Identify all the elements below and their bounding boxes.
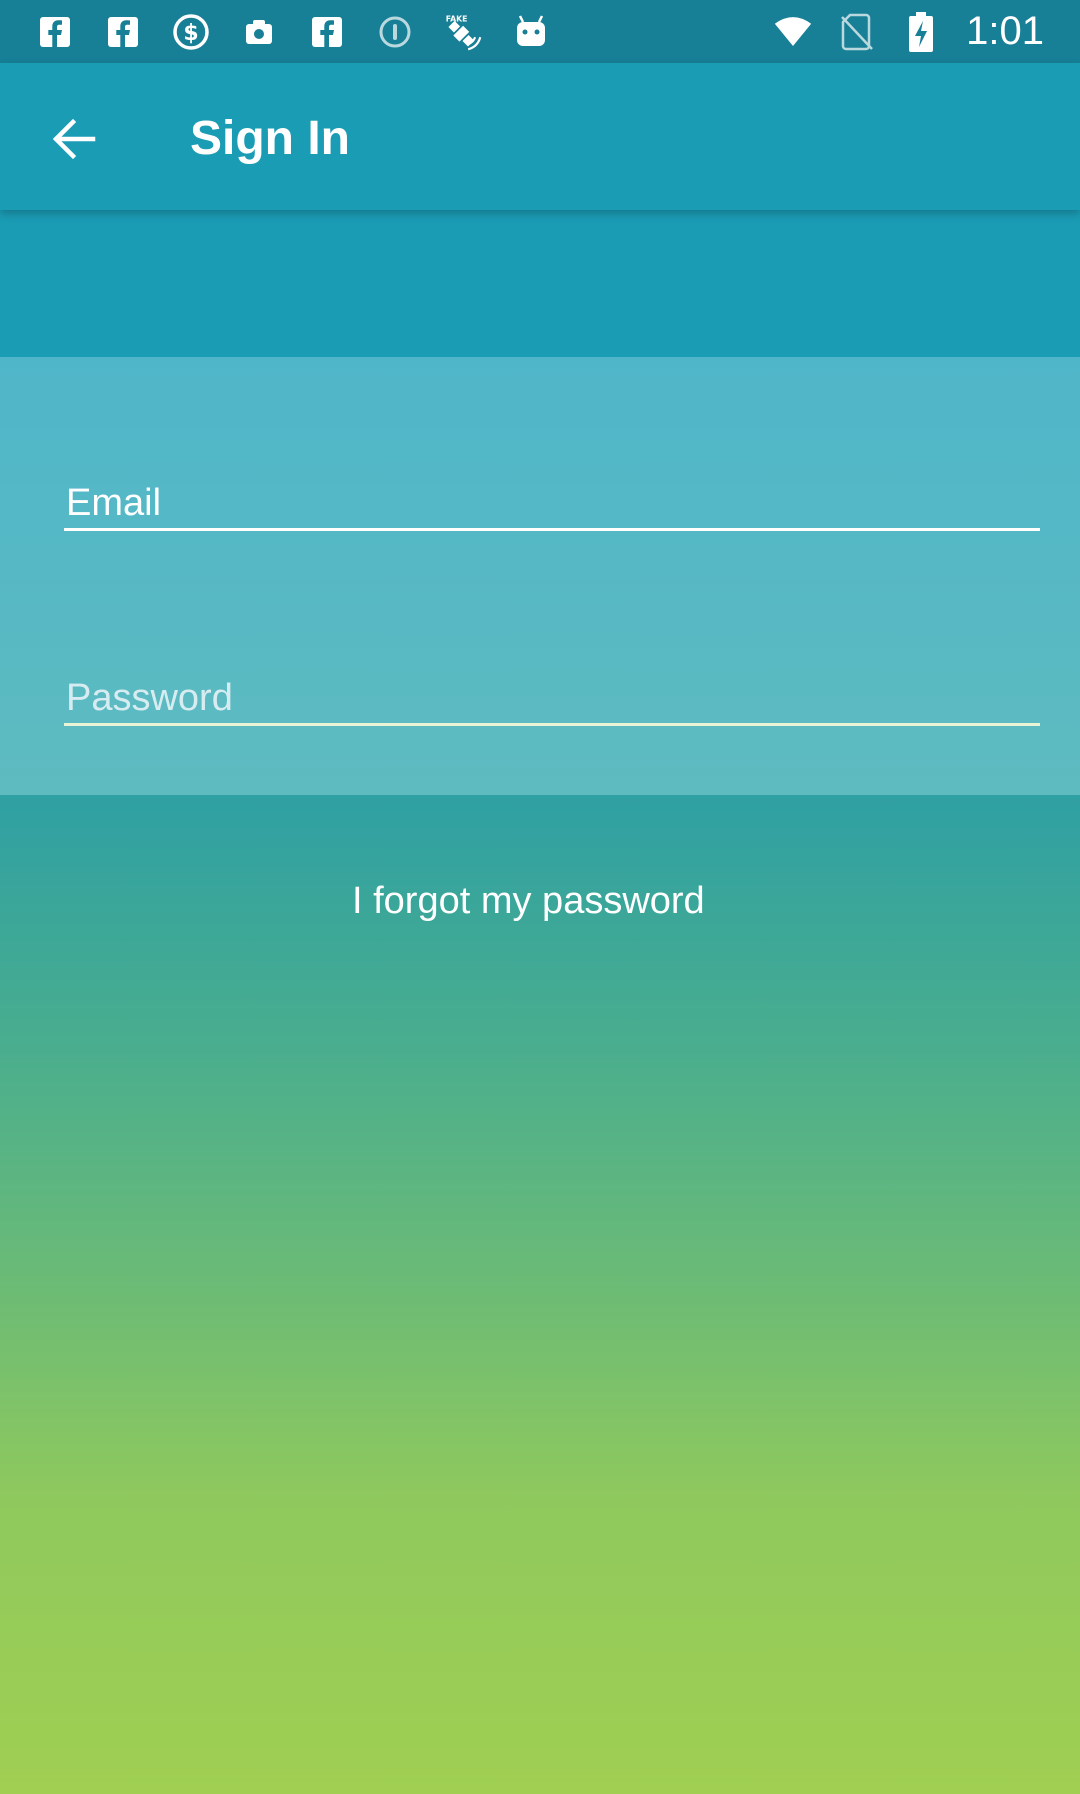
svg-text:FAKE: FAKE xyxy=(446,14,468,23)
password-input[interactable] xyxy=(64,674,1040,723)
svg-text:$: $ xyxy=(183,21,198,46)
email-input[interactable] xyxy=(64,479,1040,528)
forgot-password-link[interactable]: I forgot my password xyxy=(352,878,732,924)
password-field[interactable] xyxy=(64,674,1040,726)
arrow-left-icon xyxy=(52,118,96,160)
facebook-icon xyxy=(104,13,142,51)
status-bar: $ FAKE 1:01 xyxy=(0,0,1080,63)
android-robot-icon xyxy=(512,13,550,51)
email-field[interactable] xyxy=(64,479,1040,531)
facebook-icon xyxy=(308,13,346,51)
no-sim-icon xyxy=(838,13,876,51)
dollar-circle-icon: $ xyxy=(172,13,210,51)
notification-icons: $ FAKE xyxy=(36,13,550,51)
status-time: 1:01 xyxy=(966,9,1044,53)
fake-gps-satellite-icon: FAKE xyxy=(444,13,482,51)
sign-in-form xyxy=(0,357,1080,795)
info-circle-icon xyxy=(376,13,414,51)
page-title: Sign In xyxy=(190,112,350,165)
system-status: 1:01 xyxy=(774,9,1044,54)
app-toolbar: Sign In xyxy=(0,63,1080,210)
back-button[interactable] xyxy=(48,113,100,165)
facebook-icon xyxy=(36,13,74,51)
wifi-icon xyxy=(774,13,812,51)
battery-charging-icon xyxy=(902,11,940,52)
camera-icon xyxy=(240,13,278,51)
